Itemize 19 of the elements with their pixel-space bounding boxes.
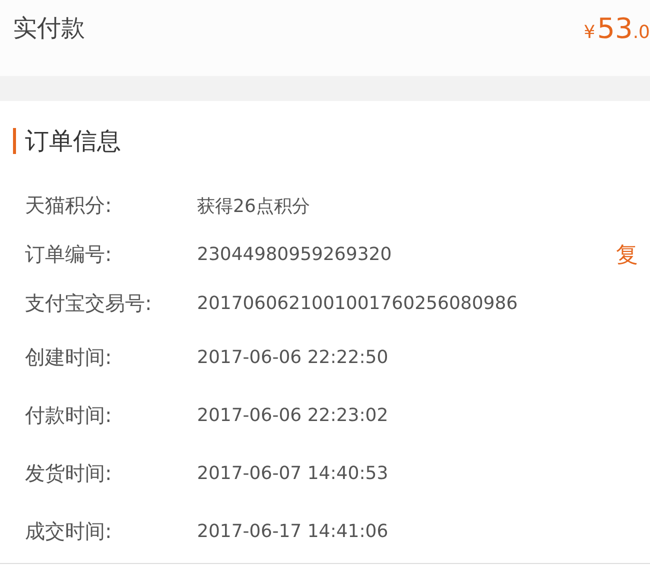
field-value: 2017060621001001760256080986: [197, 293, 518, 314]
field-label: 付款时间:: [25, 402, 113, 428]
field-value: 23044980959269320: [197, 244, 392, 265]
field-label: 支付宝交易号:: [25, 290, 153, 317]
field-label: 成交时间:: [25, 518, 113, 544]
field-value: 2017-06-07 14:40:53: [197, 462, 388, 484]
field-label: 订单编号:: [25, 241, 113, 268]
section-title: 订单信息: [25, 126, 121, 157]
field-label: 天猫积分:: [25, 192, 113, 219]
field-value: 获得26点积分: [197, 194, 310, 218]
field-value: 2017-06-06 22:22:50: [197, 346, 388, 368]
field-value: 2017-06-17 14:41:06: [197, 520, 388, 542]
price: ¥53.0: [584, 12, 650, 45]
field-value: 2017-06-06 22:23:02: [197, 404, 388, 426]
payment-label: 实付款: [13, 13, 85, 44]
copy-link[interactable]: 复: [616, 240, 638, 270]
accent-bar: [13, 128, 16, 154]
field-label: 发货时间:: [25, 460, 113, 486]
field-label: 创建时间:: [25, 344, 113, 370]
